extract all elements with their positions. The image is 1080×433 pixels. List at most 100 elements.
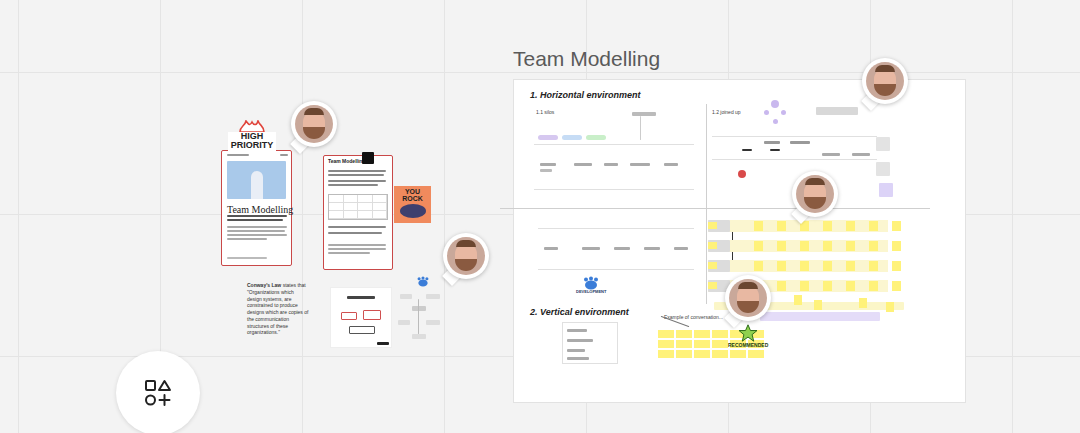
blob-icon bbox=[400, 204, 426, 218]
sticky-note[interactable] bbox=[823, 281, 832, 291]
placeholder-line bbox=[574, 163, 592, 166]
card-illustration bbox=[227, 161, 286, 199]
mini-table bbox=[328, 194, 388, 220]
placeholder-line bbox=[328, 184, 378, 186]
card[interactable]: Team Modelling bbox=[221, 150, 292, 266]
table bbox=[712, 136, 877, 160]
sticky-note[interactable] bbox=[869, 261, 878, 271]
flow-diagram[interactable] bbox=[396, 276, 446, 346]
sticky-note[interactable] bbox=[708, 222, 717, 229]
sticky-note[interactable] bbox=[676, 350, 692, 358]
sticky-note[interactable] bbox=[754, 261, 763, 271]
placeholder-line bbox=[540, 169, 552, 172]
text-note[interactable]: Conway's Law states that "Organizations … bbox=[247, 282, 309, 336]
sticky-note[interactable] bbox=[754, 221, 763, 231]
placeholder-line bbox=[328, 244, 386, 246]
quadrant-label: 1.1 silos bbox=[536, 109, 554, 117]
placeholder-line bbox=[567, 349, 585, 352]
collaborator-avatar[interactable] bbox=[862, 58, 908, 104]
collaborator-avatar[interactable] bbox=[443, 233, 489, 279]
sticky-note[interactable] bbox=[777, 261, 786, 271]
sticky-note[interactable] bbox=[892, 261, 901, 271]
sticky-note[interactable] bbox=[658, 330, 674, 338]
collaborator-avatar[interactable] bbox=[725, 275, 771, 321]
sticky-note[interactable] bbox=[892, 241, 901, 251]
sticky-note[interactable] bbox=[823, 241, 832, 251]
frame-title[interactable]: Team Modelling bbox=[513, 46, 660, 72]
placeholder-line bbox=[400, 294, 412, 299]
placeholder-line bbox=[341, 312, 357, 320]
sticky-note[interactable] bbox=[748, 350, 764, 358]
paw-icon bbox=[416, 276, 430, 287]
avatar-photo bbox=[796, 175, 834, 213]
sticky-note[interactable] bbox=[892, 281, 901, 291]
sketch-image[interactable] bbox=[330, 287, 392, 348]
card-title: Team Modelling bbox=[328, 158, 388, 166]
praise-sticker[interactable]: YOU ROCK bbox=[394, 186, 431, 223]
sticky-note[interactable] bbox=[676, 330, 692, 338]
card[interactable]: Team Modelling bbox=[323, 155, 393, 270]
swimlane-row bbox=[708, 240, 888, 252]
sticky-note[interactable] bbox=[658, 350, 674, 358]
sticky-note[interactable] bbox=[754, 241, 763, 251]
placeholder-line bbox=[567, 329, 587, 332]
sticky-note[interactable] bbox=[708, 242, 717, 249]
frame[interactable]: 1. Horizontal environment1.1 silos1.2 jo… bbox=[514, 80, 965, 402]
placeholder-line bbox=[412, 306, 426, 311]
sticky-note[interactable] bbox=[869, 221, 878, 231]
placeholder-line bbox=[567, 339, 593, 342]
sticky-note[interactable] bbox=[730, 350, 746, 358]
swimlane-row bbox=[708, 260, 888, 272]
sticky-note[interactable] bbox=[800, 261, 809, 271]
sticky-note[interactable] bbox=[823, 221, 832, 231]
sticky-note[interactable] bbox=[800, 241, 809, 251]
placeholder-line bbox=[227, 234, 287, 236]
sticky-note[interactable] bbox=[708, 282, 717, 289]
collaborator-avatar[interactable] bbox=[291, 101, 337, 147]
collaborator-avatar[interactable] bbox=[792, 171, 838, 217]
whiteboard-canvas[interactable]: Team Modelling 1. Horizontal environment1… bbox=[0, 0, 1080, 433]
placeholder-line bbox=[227, 154, 249, 156]
sticky-note[interactable] bbox=[869, 281, 878, 291]
sticky-note[interactable] bbox=[800, 281, 809, 291]
sticky-note[interactable] bbox=[846, 241, 855, 251]
placeholder-line bbox=[328, 226, 386, 228]
sticky-note[interactable] bbox=[814, 300, 822, 310]
placeholder-line bbox=[227, 219, 283, 221]
placeholder-line bbox=[227, 226, 287, 228]
sticky-note[interactable] bbox=[712, 350, 728, 358]
sticky-note[interactable] bbox=[869, 241, 878, 251]
placeholder-line bbox=[227, 215, 287, 217]
divider bbox=[500, 208, 930, 209]
sticky-note[interactable] bbox=[777, 221, 786, 231]
sticky-note[interactable] bbox=[886, 302, 894, 312]
pin-icon bbox=[738, 170, 746, 178]
sticky-note[interactable] bbox=[712, 340, 728, 348]
development-sticker[interactable]: DEVELOPMENT bbox=[576, 276, 606, 294]
sticky-note[interactable] bbox=[694, 350, 710, 358]
sticky-note[interactable] bbox=[777, 241, 786, 251]
sticky-note[interactable] bbox=[846, 281, 855, 291]
placeholder-line bbox=[377, 342, 389, 345]
paw-icon bbox=[582, 276, 600, 290]
sticky-note[interactable] bbox=[676, 340, 692, 348]
sticky-note[interactable] bbox=[846, 261, 855, 271]
sticky-note[interactable] bbox=[794, 295, 802, 305]
placeholder-line bbox=[664, 163, 678, 166]
list-card bbox=[562, 322, 618, 364]
placeholder-line bbox=[363, 310, 381, 320]
sticky-note[interactable] bbox=[859, 298, 867, 308]
sticky-note[interactable] bbox=[694, 330, 710, 338]
sticky-note[interactable] bbox=[708, 262, 717, 269]
sticky-note[interactable] bbox=[658, 340, 674, 348]
placeholder-line bbox=[640, 116, 641, 140]
sticky-note[interactable] bbox=[777, 281, 786, 291]
sticky-note[interactable] bbox=[892, 221, 901, 231]
avatar-photo bbox=[866, 62, 904, 100]
sticky-note[interactable] bbox=[694, 340, 710, 348]
sticky-note[interactable] bbox=[846, 221, 855, 231]
priority-sticker[interactable]: HIGH PRIORITY bbox=[228, 120, 276, 151]
sticky-note[interactable] bbox=[712, 330, 728, 338]
shapes-button[interactable] bbox=[116, 351, 200, 433]
sticky-note[interactable] bbox=[823, 261, 832, 271]
